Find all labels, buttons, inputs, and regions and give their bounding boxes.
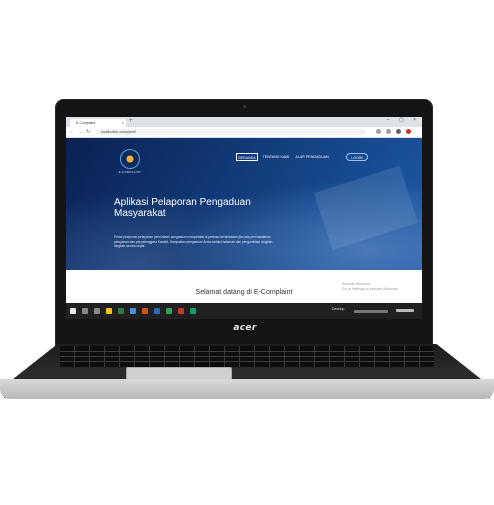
tray-label[interactable]: Desktop (332, 307, 344, 311)
app-icon[interactable] (190, 308, 196, 314)
hero-background-image (313, 165, 419, 251)
bookmark-icon[interactable] (386, 129, 391, 134)
search-icon[interactable] (82, 308, 88, 314)
back-icon[interactable]: ← (70, 129, 75, 135)
hero-section: E-COMPLAINT BERANDA TENTANG KAMI ALUR PE… (66, 138, 422, 270)
profile-avatar[interactable] (406, 129, 411, 134)
windows-taskbar: Desktop (66, 303, 422, 319)
system-tray-icons[interactable] (354, 310, 388, 313)
window-controls[interactable]: – ▢ × (387, 117, 420, 123)
tab-title: E-Complaint (76, 121, 96, 125)
extensions-puzzle-icon[interactable] (396, 129, 401, 134)
chrome-icon[interactable] (130, 308, 136, 314)
laptop-screen: E-Complaint × + – ▢ × ← → ↻ localhost/e-… (66, 117, 422, 319)
hero-title: Aplikasi Pelaporan Pengaduan Masyarakat (114, 197, 251, 219)
clock[interactable] (396, 309, 414, 312)
nav-beranda[interactable]: BERANDA (236, 153, 258, 161)
webcam (243, 105, 246, 108)
office-icon[interactable] (142, 308, 148, 314)
nav-login-button[interactable]: LOGIN (346, 153, 368, 161)
browser-tab[interactable]: E-Complaint × (70, 119, 126, 127)
key-row-divider (60, 361, 434, 362)
activate-subtitle: Go to Settings to activate Windows. (342, 286, 399, 291)
site-logo-icon[interactable] (121, 150, 139, 168)
site-logo-text: E-COMPLAINT (118, 170, 142, 174)
app-icon[interactable] (166, 308, 172, 314)
vscode-icon[interactable] (154, 308, 160, 314)
nav-tentang-kami[interactable]: TENTANG KAMI (262, 153, 290, 161)
new-tab-icon[interactable]: + (129, 118, 133, 124)
acer-logo: acer (233, 323, 257, 333)
key-row-divider (60, 351, 434, 352)
activate-windows-watermark: Activate Windows Go to Settings to activ… (342, 282, 399, 291)
hero-description: Portal pelaporan pelayanan permintaan pe… (114, 235, 274, 249)
task-view-icon[interactable] (94, 308, 100, 314)
address-bar: ← → ↻ localhost/e-complaint/ (66, 127, 422, 138)
app-icon[interactable] (178, 308, 184, 314)
extension-icon[interactable] (376, 129, 381, 134)
palm-rest (0, 379, 494, 399)
file-explorer-icon[interactable] (106, 308, 112, 314)
url-field[interactable]: localhost/e-complaint/ (96, 129, 366, 135)
key-row-divider (60, 356, 434, 357)
browser-tab-bar: E-Complaint × + – ▢ × (66, 117, 422, 127)
reload-icon[interactable]: ↻ (86, 129, 90, 135)
start-button-icon[interactable] (70, 308, 76, 314)
tab-close-icon[interactable]: × (122, 119, 124, 127)
forward-icon[interactable]: → (78, 129, 83, 135)
touchpad[interactable] (126, 367, 232, 380)
nav-alur-pengaduan[interactable]: ALUR PENGADUAN (294, 153, 330, 161)
welcome-section: Selamat datang di E-Complaint Activate W… (66, 270, 422, 303)
whatsapp-icon[interactable] (118, 308, 124, 314)
